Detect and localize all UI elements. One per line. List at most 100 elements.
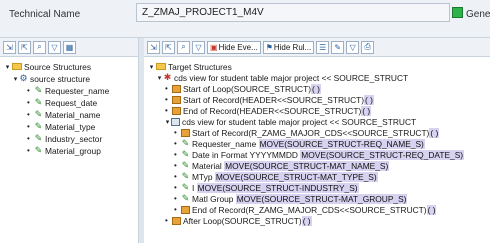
list-item[interactable]: • Start of Record (HEADER<<SOURCE_STRUCT)(… xyxy=(165,94,374,105)
field-icon: ✎ xyxy=(34,85,43,95)
list-item[interactable]: • ✎ Material_name xyxy=(27,109,100,120)
event-code: (SOURCE_STRUCT) xyxy=(230,83,311,94)
mapping-rule[interactable]: MOVE(SOURCE_STRUCT-REQ_DATE_S) xyxy=(300,149,465,160)
field-label: I xyxy=(192,182,195,193)
event-code: (SOURCE_STRUCT) xyxy=(221,215,302,226)
layout-icon[interactable]: ▦ xyxy=(63,40,76,54)
mapping-rule[interactable]: MOVE(SOURCE_STRUCT-MAT_NAME_S) xyxy=(224,160,390,171)
hide-rules-icon: ⚑ xyxy=(265,42,273,52)
expand-toggle-icon[interactable]: ▾ xyxy=(12,75,19,83)
list-item[interactable]: • Start of Record (R_ZAMG_MAJOR_CDS<<SOURC… xyxy=(174,127,440,138)
hide-events-label: Hide Eve... xyxy=(218,42,258,52)
hide-rules-button[interactable]: ⚑ Hide Rul... xyxy=(262,40,315,54)
filter-icon[interactable]: ▽ xyxy=(48,40,61,54)
list-item[interactable]: • ✎ Matl Group MOVE(SOURCE_STRUCT-MAT_GROU… xyxy=(174,193,408,204)
tree-node-source-structure[interactable]: ▾ ⚙ source structure xyxy=(12,73,90,84)
field-label: Industry_sector xyxy=(45,133,103,144)
collapse-icon[interactable]: ⇱ xyxy=(18,40,31,54)
field-icon: ✎ xyxy=(181,193,190,203)
list-item[interactable]: • ✎ Requester_name xyxy=(27,85,109,96)
mapping-rule[interactable]: MOVE(SOURCE_STRUCT-MAT_TYPE_S) xyxy=(214,171,378,182)
rule-chip[interactable]: ( ) xyxy=(311,83,321,94)
collapse-icon[interactable]: ⇱ xyxy=(162,40,175,54)
event-label: After Loop xyxy=(183,215,222,226)
expand-all-icon[interactable]: ⇲ xyxy=(147,40,160,54)
event-icon xyxy=(181,128,190,137)
rules-icon[interactable]: ☰ xyxy=(316,40,330,54)
folder-icon xyxy=(12,63,22,70)
mapping-rule[interactable]: MOVE(SOURCE_STRUCT-INDUSTRY_S) xyxy=(196,182,359,193)
rule-chip[interactable]: ( ) xyxy=(301,215,312,226)
list-item[interactable]: • ✎ Industry_sector xyxy=(27,133,102,144)
target-pane: ⇲ ⇱ ⌕ ▽ ▣ Hide Eve... ⚑ Hide Rul... ☰ ✎ ▽ … xyxy=(144,38,490,243)
list-item[interactable]: • ✎ Material MOVE(SOURCE_STRUCT-MAT_NAME_S… xyxy=(174,160,390,171)
hide-rules-label: Hide Rul... xyxy=(273,42,312,52)
node-label: cds view for student table major project… xyxy=(174,72,409,83)
event-icon xyxy=(181,205,190,214)
list-item[interactable]: • End of Record (R_ZAMG_MAJOR_CDS<<SOURCE_… xyxy=(174,204,437,215)
hide-events-button[interactable]: ▣ Hide Eve... xyxy=(207,40,261,54)
list-item[interactable]: • ✎ MTyp MOVE(SOURCE_STRUCT-MAT_TYPE_S) xyxy=(174,171,378,182)
list-item[interactable]: • ✎ Request_date xyxy=(27,97,97,108)
list-item[interactable]: • After Loop (SOURCE_STRUCT)( ) xyxy=(165,215,312,226)
field-label: Requester_name xyxy=(45,85,110,96)
field-icon: ✎ xyxy=(34,145,43,155)
source-pane: ⇲ ⇱ ⌕ ▽ ▦ ▾ Source Structures ▾ ⚙ source st… xyxy=(0,38,139,243)
node-label: Source Structures xyxy=(24,61,92,72)
tree-node-cds-view-2[interactable]: ▾ cds view for student table major projec… xyxy=(164,116,416,127)
field-label: Material_type xyxy=(45,121,96,132)
find-icon[interactable]: ⌕ xyxy=(33,40,46,54)
list-item[interactable]: • ✎ Material_group xyxy=(27,145,101,156)
list-item[interactable]: • ✎ Date in Format YYYYMMDD MOVE(SOURCE_ST… xyxy=(174,149,465,160)
expand-toggle-icon[interactable]: ▾ xyxy=(4,63,11,71)
field-label: Material xyxy=(192,160,222,171)
edit-icon[interactable]: ✎ xyxy=(331,40,345,54)
event-code: (R_ZAMG_MAJOR_CDS<<SOURCE_STRUCT) xyxy=(245,204,427,215)
rule-chip[interactable]: ( ) xyxy=(429,127,440,138)
field-icon: ✎ xyxy=(181,160,190,170)
rule-chip[interactable]: ( ) xyxy=(361,105,372,116)
list-item[interactable]: • ✎ I MOVE(SOURCE_STRUCT-INDUSTRY_S) xyxy=(174,182,359,193)
mapping-rule[interactable]: MOVE(SOURCE_STRUCT-MAT_GROUP_S) xyxy=(235,193,408,204)
tree-node-target-structures[interactable]: ▾ Target Structures xyxy=(148,61,232,72)
list-item[interactable]: • End of Record (HEADER<<SOURCE_STRUCT)( ) xyxy=(165,105,372,116)
field-icon: ✎ xyxy=(181,182,190,192)
rule-chip[interactable]: ( ) xyxy=(426,204,437,215)
technical-name-field[interactable]: Z_ZMAJ_PROJECT1_M4V xyxy=(136,3,450,22)
field-label: Matl Group xyxy=(192,193,234,204)
table-icon xyxy=(171,117,180,126)
list-item[interactable]: • ✎ Requester_name MOVE(SOURCE_STRUCT-REQ_… xyxy=(174,138,425,149)
list-item[interactable]: • Start of Loop (SOURCE_STRUCT)( ) xyxy=(165,83,321,94)
field-label: Material_group xyxy=(45,145,101,156)
expand-toggle-icon[interactable]: ▾ xyxy=(148,63,155,71)
expand-all-icon[interactable]: ⇲ xyxy=(3,40,16,54)
filter-icon[interactable]: ▽ xyxy=(192,40,205,54)
list-item[interactable]: • ✎ Material_type xyxy=(27,121,95,132)
technical-name-label: Technical Name xyxy=(9,9,81,20)
expand-toggle-icon[interactable]: ▾ xyxy=(156,74,163,82)
filter2-icon[interactable]: ▽ xyxy=(346,40,360,54)
cds-view-icon: ✱ xyxy=(163,72,172,82)
field-icon: ✎ xyxy=(34,133,43,143)
expand-toggle-icon[interactable]: ▾ xyxy=(164,118,171,126)
tree-node-cds-view[interactable]: ▾ ✱ cds view for student table major proje… xyxy=(156,72,408,83)
event-code: (R_ZAMG_MAJOR_CDS<<SOURCE_STRUCT) xyxy=(248,127,430,138)
print-icon[interactable]: ⎙ xyxy=(361,40,375,54)
event-label: Start of Loop xyxy=(183,83,231,94)
target-toolbar: ⇲ ⇱ ⌕ ▽ ▣ Hide Eve... ⚑ Hide Rul... ☰ ✎ ▽ … xyxy=(144,38,490,57)
field-icon: ✎ xyxy=(34,109,43,119)
node-label: cds view for student table major project… xyxy=(182,116,417,127)
event-label: Start of Record xyxy=(192,127,249,138)
field-icon: ✎ xyxy=(181,171,190,181)
event-icon xyxy=(172,216,181,225)
event-code: (HEADER<<SOURCE_STRUCT) xyxy=(239,94,365,105)
mapping-rule[interactable]: MOVE(SOURCE_STRUCT-REQ_NAME_S) xyxy=(258,138,425,149)
find-icon[interactable]: ⌕ xyxy=(177,40,190,54)
structure-icon: ⚙ xyxy=(19,73,28,83)
field-icon: ✎ xyxy=(181,138,190,148)
tree-node-source-structures[interactable]: ▾ Source Structures xyxy=(4,61,91,72)
field-label: Date in Format YYYYMMDD xyxy=(192,149,298,160)
event-icon xyxy=(172,106,181,115)
field-label: Request_date xyxy=(45,97,98,108)
rule-chip[interactable]: ( ) xyxy=(364,94,374,105)
